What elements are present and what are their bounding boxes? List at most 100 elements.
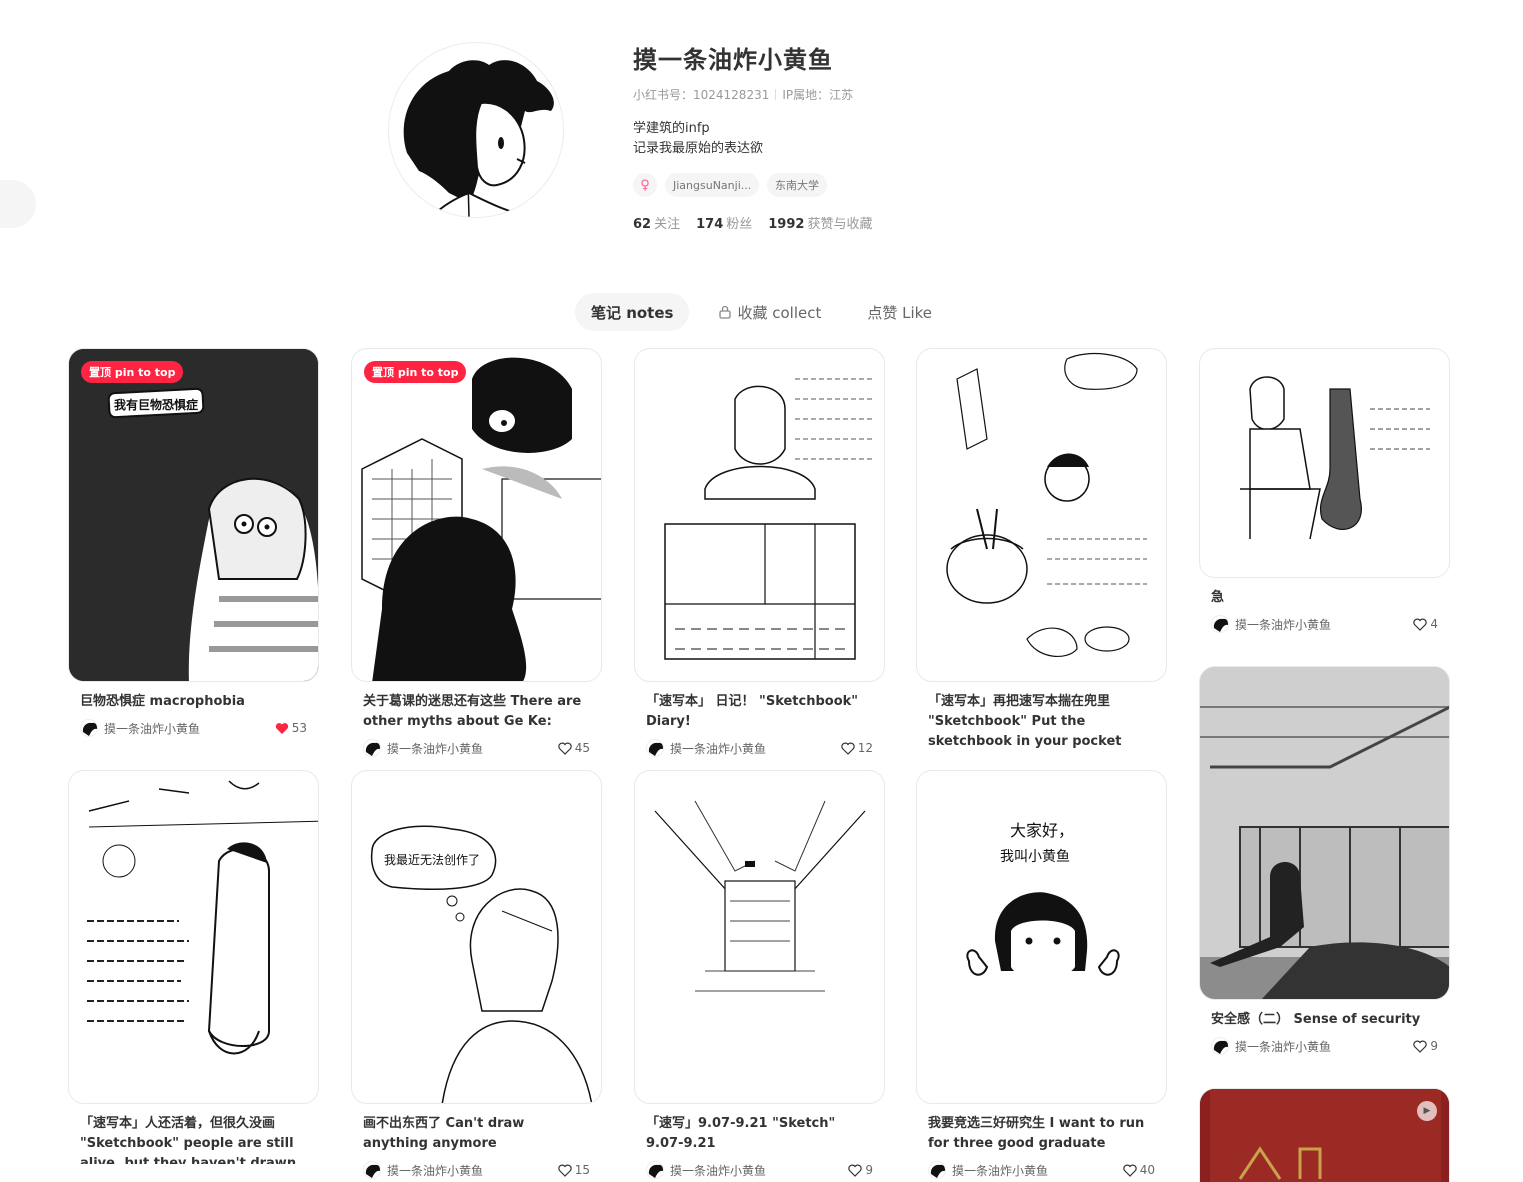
note-title[interactable]: 「速写」9.07-9.21 "Sketch" 9.07-9.21	[634, 1104, 885, 1154]
following-stat[interactable]: 62 关注	[633, 213, 680, 232]
like-button[interactable]: 9	[848, 1163, 873, 1177]
note-cover[interactable]	[1199, 666, 1450, 1000]
note-card[interactable]: 我有巨物恐惧症 置顶 pin to top 巨物恐惧症 macrophobia …	[68, 348, 319, 738]
like-count: 45	[574, 741, 590, 755]
meta-divider	[775, 89, 777, 100]
note-card[interactable]: 「速写本」再把速写本揣在兜里 "Sketchbook" Put the sket…	[916, 348, 1167, 752]
author-name: 摸一条油炸小黄鱼	[670, 741, 767, 756]
like-button[interactable]: 53	[275, 721, 307, 735]
author-name: 摸一条油炸小黄鱼	[1235, 617, 1332, 632]
note-card[interactable]: 「速写本」 日记！ "Sketchbook" Diary! 摸一条油炸小黄鱼 1…	[634, 348, 885, 758]
cover-caption: 我叫小黄鱼	[1000, 848, 1070, 865]
pinned-badge: 置顶 pin to top	[364, 361, 467, 383]
note-author[interactable]: 摸一条油炸小黄鱼	[80, 719, 200, 737]
profile-bio: 学建筑的infp 记录我最原始的表达欲	[633, 119, 1133, 159]
like-count: 9	[1430, 1039, 1438, 1053]
note-cover[interactable]	[1199, 348, 1450, 578]
note-cover[interactable]	[634, 348, 885, 682]
note-author[interactable]: 摸一条油炸小黄鱼	[1211, 615, 1331, 633]
red-id: 小红书号：1024128231	[633, 88, 770, 102]
note-author[interactable]: 摸一条油炸小黄鱼	[646, 739, 766, 757]
heart-icon	[1413, 1040, 1428, 1053]
note-card[interactable]: 我最近无法创作了 画不出东西了 Can't draw anything anym…	[351, 770, 602, 1180]
note-card[interactable]: 置顶 pin to top 关于葛课的迷思还有这些 There are othe…	[351, 348, 602, 758]
note-title[interactable]: 我要竞选三好研究生 I want to run for three good g…	[916, 1104, 1167, 1154]
tab-like[interactable]: 点赞 Like	[851, 293, 948, 331]
cover-caption: 我有巨物恐惧症	[114, 397, 198, 412]
tab-collect[interactable]: 收藏 collect	[703, 293, 837, 331]
tab-notes[interactable]: 笔记 notes	[574, 293, 690, 331]
note-cover[interactable]: 置顶 pin to top	[351, 348, 602, 682]
like-button[interactable]: 12	[841, 741, 873, 755]
bio-line: 记录我最原始的表达欲	[633, 141, 764, 156]
profile-tags: ♀ JiangsuNanji... 东南大学	[633, 173, 1133, 197]
ip-location: IP属地：江苏	[782, 88, 854, 102]
heart-icon	[1123, 1164, 1137, 1177]
side-collapse-tab[interactable]	[0, 180, 36, 228]
heart-filled-icon	[275, 722, 288, 734]
note-author[interactable]: 摸一条油炸小黄鱼	[1211, 1037, 1331, 1055]
note-card[interactable]: 「速写本」人还活着，但很久没画 "Sketchbook" people are …	[68, 770, 319, 1164]
note-title[interactable]: 巨物恐惧症 macrophobia	[68, 682, 319, 712]
author-avatar	[363, 739, 381, 757]
heart-icon	[1413, 618, 1428, 631]
note-title[interactable]: 急	[1199, 578, 1450, 608]
note-meta: 摸一条油炸小黄鱼 9	[634, 1154, 885, 1180]
author-avatar	[363, 1161, 381, 1179]
like-button[interactable]: 15	[558, 1163, 590, 1177]
tab-label: 收藏 collect	[737, 303, 822, 322]
note-card[interactable]: 安全感（二） Sense of security (2) 摸一条油炸小黄鱼 9	[1199, 666, 1450, 1056]
likes-stat[interactable]: 1992 获赞与收藏	[768, 213, 872, 232]
note-card[interactable]: 「速写」9.07-9.21 "Sketch" 9.07-9.21 摸一条油炸小黄…	[634, 770, 885, 1180]
like-button[interactable]: 9	[1413, 1039, 1438, 1053]
bio-line: 学建筑的infp	[633, 121, 710, 136]
like-button[interactable]: 4	[1413, 617, 1438, 631]
profile-info: 摸一条油炸小黄鱼 小红书号：1024128231 IP属地：江苏 学建筑的inf…	[633, 44, 1133, 232]
note-meta: 摸一条油炸小黄鱼 45	[351, 732, 602, 758]
note-title[interactable]: 安全感（二） Sense of security (2)	[1199, 1000, 1450, 1030]
cover-caption: 大家好，	[1010, 821, 1074, 840]
note-title[interactable]: 「速写本」再把速写本揣在兜里 "Sketchbook" Put the sket…	[916, 682, 1167, 752]
author-avatar	[80, 719, 98, 737]
like-button[interactable]: 45	[558, 741, 590, 755]
followers-stat[interactable]: 174 粉丝	[696, 213, 752, 232]
author-name: 摸一条油炸小黄鱼	[1235, 1039, 1332, 1054]
note-cover[interactable]	[634, 770, 885, 1104]
note-author[interactable]: 摸一条油炸小黄鱼	[928, 1161, 1048, 1179]
note-cover[interactable]	[916, 348, 1167, 682]
note-title[interactable]: 「速写本」 日记！ "Sketchbook" Diary!	[634, 682, 885, 732]
note-meta: 摸一条油炸小黄鱼 4	[1199, 608, 1450, 634]
like-button[interactable]: 40	[1123, 1163, 1155, 1177]
note-title[interactable]: 关于葛课的迷思还有这些 There are other myths about …	[351, 682, 602, 732]
note-meta: 摸一条油炸小黄鱼 9	[1199, 1030, 1450, 1056]
author-avatar	[1211, 615, 1229, 633]
note-cover[interactable]: 大家好， 我叫小黄鱼	[916, 770, 1167, 1104]
note-author[interactable]: 摸一条油炸小黄鱼	[363, 1161, 483, 1179]
note-author[interactable]: 摸一条油炸小黄鱼	[646, 1161, 766, 1179]
note-cover[interactable]: 我有巨物恐惧症 置顶 pin to top	[68, 348, 319, 682]
followers-label: 粉丝	[726, 217, 753, 232]
note-title[interactable]: 画不出东西了 Can't draw anything anymore	[351, 1104, 602, 1154]
author-avatar	[928, 1161, 946, 1179]
note-card[interactable]: 大家好， 我叫小黄鱼 我要竞选三好研究生 I want to run for t…	[916, 770, 1167, 1180]
profile-nickname: 摸一条油炸小黄鱼	[633, 46, 833, 74]
video-play-icon: ▶	[1417, 1101, 1437, 1121]
note-cover[interactable]: 我最近无法创作了	[351, 770, 602, 1104]
lock-icon	[719, 305, 732, 319]
heart-icon	[558, 742, 572, 755]
note-cover[interactable]: ▶	[1199, 1088, 1450, 1182]
gender-female-icon: ♀	[633, 173, 657, 197]
note-title[interactable]: 「速写本」人还活着，但很久没画 "Sketchbook" people are …	[68, 1104, 319, 1164]
note-card[interactable]: 急 摸一条油炸小黄鱼 4	[1199, 348, 1450, 634]
location-tag[interactable]: JiangsuNanji...	[665, 173, 759, 197]
like-count: 4	[1430, 617, 1438, 631]
like-count: 9	[865, 1163, 873, 1177]
like-count: 40	[1139, 1163, 1155, 1177]
profile-avatar	[388, 42, 564, 218]
like-count: 12	[857, 741, 873, 755]
school-tag[interactable]: 东南大学	[767, 173, 827, 197]
note-cover[interactable]	[68, 770, 319, 1104]
note-card[interactable]: ▶	[1199, 1088, 1450, 1182]
heart-icon	[558, 1164, 572, 1177]
note-author[interactable]: 摸一条油炸小黄鱼	[363, 739, 483, 757]
